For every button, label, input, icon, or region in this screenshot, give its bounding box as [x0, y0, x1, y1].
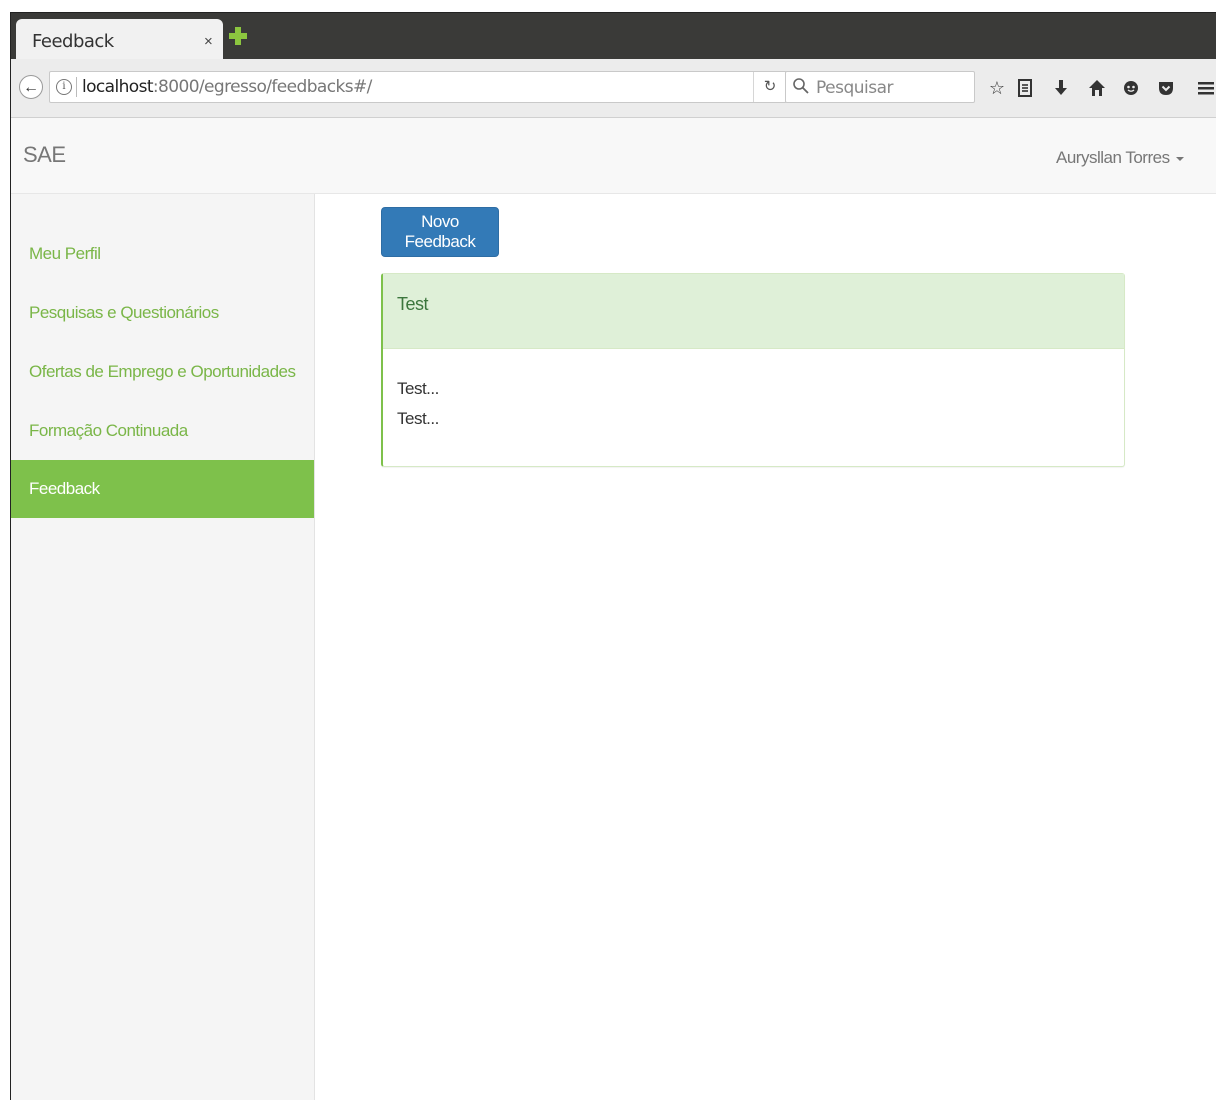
browser-toolbar: ← i localhost:8000/egresso/feedbacks#/ ↻… — [11, 59, 1216, 118]
chat-icon[interactable] — [1120, 77, 1142, 99]
tab-close-icon[interactable]: × — [204, 33, 213, 50]
sidebar-item-label: Feedback — [29, 479, 100, 498]
feedback-panel: Test Test... Test... — [381, 273, 1125, 467]
url-path: :8000/egresso/feedbacks#/ — [152, 77, 372, 97]
sidebar-item-label: Meu Perfil — [29, 244, 101, 263]
sidebar-item-label: Pesquisas e Questionários — [29, 303, 219, 322]
brand-logo[interactable]: SAE — [23, 142, 66, 168]
panel-body: Test... Test... — [397, 374, 439, 434]
sidebar-item-label: Ofertas de Emprego e Oportunidades — [29, 362, 296, 381]
download-icon[interactable] — [1050, 77, 1072, 99]
tab-strip: Feedback × — [11, 13, 1216, 59]
feedback-text-line: Test... — [397, 409, 439, 428]
sidebar: Meu Perfil Pesquisas e Questionários Ofe… — [11, 194, 315, 1100]
tab-title: Feedback — [32, 31, 114, 52]
app-navbar: SAE Aurysllan Torres — [11, 118, 1216, 194]
menu-icon[interactable] — [1195, 77, 1216, 99]
new-feedback-button[interactable]: Novo Feedback — [381, 207, 499, 257]
browser-tab[interactable]: Feedback × — [16, 19, 223, 59]
browser-window: Feedback × ← i localhost:8000/egresso/fe… — [10, 12, 1216, 1100]
home-icon[interactable] — [1086, 77, 1108, 99]
reload-icon[interactable]: ↻ — [753, 72, 786, 102]
search-bar[interactable] — [785, 71, 975, 104]
user-menu-dropdown[interactable]: Aurysllan Torres — [1056, 148, 1184, 168]
reading-list-icon[interactable] — [1014, 77, 1036, 99]
feedback-title: Test — [397, 294, 429, 314]
sidebar-item-formacao[interactable]: Formação Continuada — [11, 402, 314, 460]
sidebar-item-meu-perfil[interactable]: Meu Perfil — [11, 225, 314, 283]
sidebar-item-ofertas[interactable]: Ofertas de Emprego e Oportunidades — [11, 343, 314, 401]
sidebar-item-pesquisas[interactable]: Pesquisas e Questionários — [11, 284, 314, 342]
bookmark-star-icon[interactable]: ☆ — [986, 77, 1008, 99]
user-name: Aurysllan Torres — [1056, 148, 1170, 167]
url-bar[interactable]: i localhost:8000/egresso/feedbacks#/ ↻ — [49, 71, 787, 103]
back-arrow-icon[interactable]: ← — [19, 75, 43, 99]
search-input[interactable] — [814, 72, 974, 104]
panel-heading: Test — [383, 274, 1124, 349]
new-tab-plus-icon[interactable] — [229, 27, 247, 45]
sidebar-item-feedback[interactable]: Feedback — [11, 460, 314, 518]
caret-down-icon — [1175, 156, 1184, 161]
sidebar-item-label: Formação Continuada — [29, 421, 188, 440]
feedback-text-line: Test... — [397, 379, 439, 398]
url-separator — [76, 77, 77, 97]
url-text[interactable]: localhost:8000/egresso/feedbacks#/ — [82, 77, 372, 97]
search-icon — [793, 78, 809, 94]
url-host: localhost — [82, 77, 154, 97]
info-icon[interactable]: i — [56, 79, 72, 95]
pocket-icon[interactable] — [1155, 77, 1177, 99]
